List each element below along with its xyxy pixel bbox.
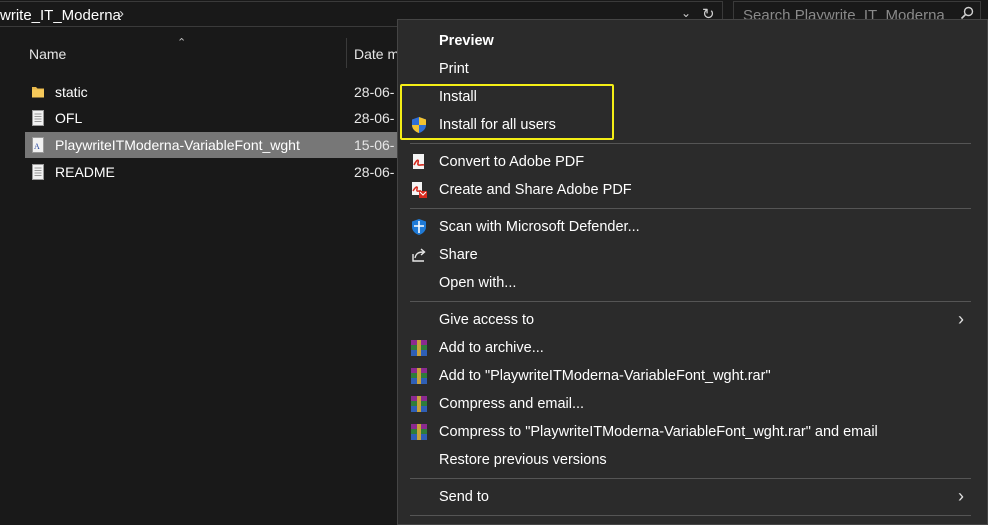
menu-item-compress-to-rar-and-email[interactable]: Compress to "PlaywriteITModerna-Variable… xyxy=(398,418,988,446)
menu-item-label: Convert to Adobe PDF xyxy=(439,154,585,170)
menu-item-restore-previous-versions[interactable]: Restore previous versions xyxy=(398,446,988,474)
file-date: 28-06- xyxy=(354,110,395,126)
adobe-share-icon xyxy=(412,182,427,198)
submenu-arrow-icon: › xyxy=(958,486,964,506)
menu-item-label: Restore previous versions xyxy=(439,452,607,468)
path-chevron-icon[interactable]: › xyxy=(119,5,124,22)
file-row-static[interactable]: static 28-06- xyxy=(25,79,400,105)
file-date: 15-06- xyxy=(354,137,395,153)
submenu-arrow-icon: › xyxy=(958,309,964,329)
folder-icon xyxy=(32,87,44,98)
menu-item-scan-defender[interactable]: Scan with Microsoft Defender... xyxy=(398,213,988,241)
menu-item-label: Preview xyxy=(439,33,494,49)
menu-item-add-to-archive[interactable]: Add to archive... xyxy=(398,334,988,362)
file-name: README xyxy=(55,164,115,180)
adobe-pdf-icon xyxy=(413,154,425,169)
column-divider[interactable] xyxy=(346,38,347,68)
menu-separator xyxy=(410,515,971,516)
winrar-icon xyxy=(411,424,427,440)
menu-item-print[interactable]: Print xyxy=(398,55,988,83)
file-list-header: ⌃ Name Date m xyxy=(0,36,400,70)
font-file-icon: A xyxy=(32,137,44,153)
menu-item-label: Add to "PlaywriteITModerna-VariableFont_… xyxy=(439,368,771,384)
menu-separator xyxy=(410,478,971,479)
search-icon[interactable] xyxy=(960,6,974,20)
column-header-name[interactable]: Name xyxy=(29,46,66,62)
file-row-ofl[interactable]: OFL 28-06- xyxy=(25,105,400,131)
svg-text:A: A xyxy=(34,142,40,151)
menu-item-add-to-rar[interactable]: Add to "PlaywriteITModerna-VariableFont_… xyxy=(398,362,988,390)
file-row-playwrite-font[interactable]: A PlaywriteITModerna-VariableFont_wght 1… xyxy=(25,132,400,158)
menu-item-label: Share xyxy=(439,247,478,263)
sort-ascending-icon: ⌃ xyxy=(177,37,187,49)
menu-item-compress-and-email[interactable]: Compress and email... xyxy=(398,390,988,418)
share-icon xyxy=(412,248,426,262)
menu-item-label: Compress to "PlaywriteITModerna-Variable… xyxy=(439,424,878,440)
menu-separator xyxy=(410,208,971,209)
menu-item-convert-adobe-pdf[interactable]: Convert to Adobe PDF xyxy=(398,148,988,176)
winrar-icon xyxy=(411,396,427,412)
install-highlight-box xyxy=(400,84,614,140)
menu-item-open-with[interactable]: Open with... xyxy=(398,269,988,297)
menu-item-label: Give access to xyxy=(439,312,535,328)
menu-item-label: Create and Share Adobe PDF xyxy=(439,182,632,198)
text-file-icon xyxy=(32,110,44,126)
menu-item-label: Open with... xyxy=(439,275,517,291)
menu-item-give-access[interactable]: Give access to › xyxy=(398,306,988,334)
chevron-down-icon[interactable]: ⌄ xyxy=(681,6,691,20)
file-name: static xyxy=(55,84,88,100)
winrar-icon xyxy=(411,340,427,356)
winrar-icon xyxy=(411,368,427,384)
menu-item-share[interactable]: Share xyxy=(398,241,988,269)
menu-separator xyxy=(410,301,971,302)
defender-shield-icon xyxy=(412,219,426,235)
address-path[interactable]: write_IT_Moderna xyxy=(0,7,121,24)
menu-item-label: Print xyxy=(439,61,469,77)
column-header-date[interactable]: Date m xyxy=(354,46,399,62)
text-file-icon xyxy=(32,164,44,180)
menu-item-send-to[interactable]: Send to › xyxy=(398,483,988,511)
menu-item-label: Add to archive... xyxy=(439,340,544,356)
menu-item-label: Compress and email... xyxy=(439,396,585,412)
menu-item-label: Scan with Microsoft Defender... xyxy=(439,219,640,235)
menu-item-preview[interactable]: Preview xyxy=(398,27,988,55)
menu-item-label: Send to xyxy=(439,489,489,505)
file-row-readme[interactable]: README 28-06- xyxy=(25,159,400,185)
file-date: 28-06- xyxy=(354,164,395,180)
menu-item-create-share-adobe-pdf[interactable]: Create and Share Adobe PDF xyxy=(398,176,988,204)
file-date: 28-06- xyxy=(354,84,395,100)
file-name: PlaywriteITModerna-VariableFont_wght xyxy=(55,137,300,153)
file-name: OFL xyxy=(55,110,83,126)
menu-separator xyxy=(410,143,971,144)
